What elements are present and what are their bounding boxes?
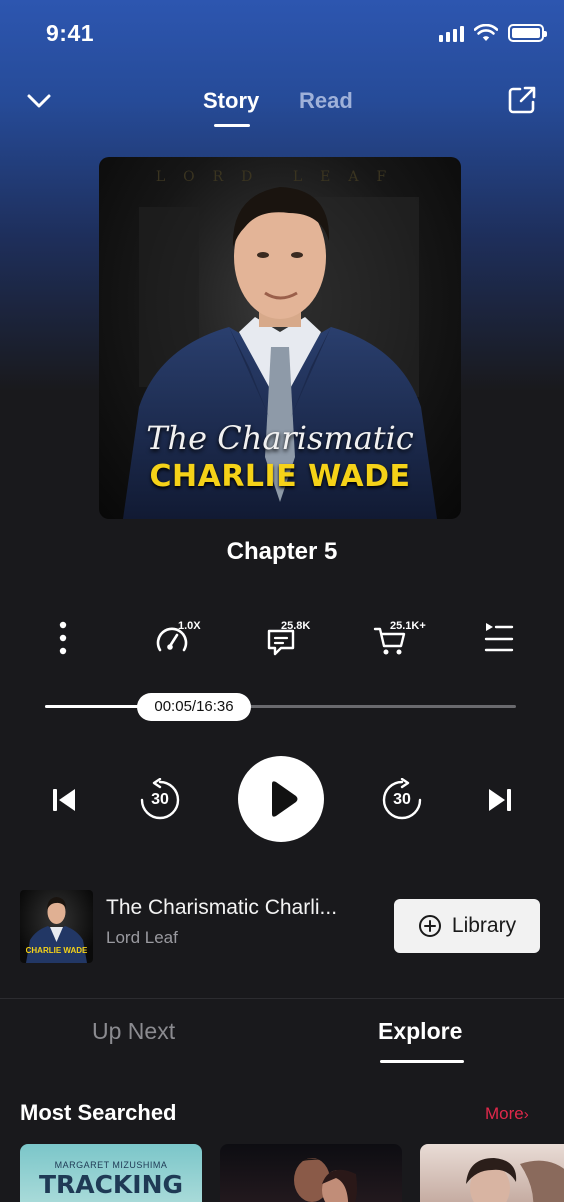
status-icons (439, 24, 547, 42)
battery-icon (508, 24, 547, 42)
player-controls: 30 30 (0, 756, 564, 844)
tab-up-next[interactable]: Up Next (92, 1018, 175, 1045)
playback-speed-button[interactable]: 1.0X (152, 614, 212, 662)
cover-title-script: The Charismatic (146, 419, 414, 457)
status-time: 9:41 (46, 20, 95, 46)
more-link-label: More (485, 1104, 524, 1123)
rewind-seconds: 30 (151, 791, 169, 808)
progress-time-pill[interactable]: 00:05/16:36 (137, 693, 251, 721)
previous-track-icon[interactable] (50, 786, 78, 814)
next-track-icon[interactable] (486, 786, 514, 814)
card-cover-image (290, 1158, 357, 1202)
library-button-label: Library (451, 914, 517, 937)
section-divider (0, 998, 564, 999)
lower-active-tab-indicator (380, 1060, 464, 1063)
section-title: Most Searched (20, 1100, 177, 1125)
collapse-chevron-icon[interactable] (24, 86, 54, 116)
status-bar: 9:41 (0, 0, 564, 70)
audio-options-row: 1.0X 25.8K 25.1K+ (0, 614, 564, 664)
current-book-row[interactable]: CHARLIE WADE The Charismatic Charli... L… (0, 890, 564, 964)
chevron-right-icon: › (523, 1106, 529, 1123)
cellular-signal-icon (439, 24, 464, 42)
book-cover: LORD LEAF The Charismatic CHARLIE WADE (99, 157, 461, 519)
cover-title-main: CHARLIE WADE (149, 459, 411, 494)
book-card[interactable] (220, 1144, 402, 1202)
play-icon (272, 781, 298, 817)
playlist-icon[interactable] (484, 614, 514, 662)
tab-story[interactable]: Story (203, 88, 259, 114)
thumbnail-title: CHARLIE WADE (25, 946, 88, 955)
tab-read[interactable]: Read (299, 88, 353, 114)
play-button[interactable] (238, 756, 324, 842)
speed-label: 1.0X (178, 620, 201, 632)
cart-count: 25.1K+ (390, 620, 426, 632)
card-title: TRACKING GAME (38, 1170, 184, 1202)
book-author: Lord Leaf (106, 928, 178, 947)
book-card[interactable] (420, 1144, 564, 1202)
card-cover-image (466, 1158, 564, 1202)
book-card[interactable]: MARGARET MIZUSHIMA TRACKING GAME (20, 1144, 202, 1202)
share-icon[interactable] (506, 84, 538, 116)
progress-track[interactable] (45, 705, 516, 708)
book-title: The Charismatic Charli... (106, 896, 338, 919)
rewind-30-button[interactable]: 30 (138, 778, 182, 822)
top-navigation: Story Read (0, 76, 564, 132)
progress-fill (45, 705, 141, 708)
plus-circle-icon (418, 915, 441, 937)
card-author: MARGARET MIZUSHIMA (54, 1160, 168, 1170)
comments-button[interactable]: 25.8K (264, 614, 334, 662)
cart-button[interactable]: 25.1K+ (372, 614, 442, 662)
comments-count: 25.8K (281, 620, 311, 632)
more-options-icon[interactable] (53, 614, 73, 662)
forward-seconds: 30 (393, 791, 411, 808)
active-tab-indicator (214, 124, 250, 127)
wifi-icon (474, 24, 498, 41)
book-thumbnail: CHARLIE WADE (20, 890, 93, 963)
more-link[interactable]: More› (485, 1104, 529, 1124)
add-to-library-button[interactable]: Library (394, 899, 540, 953)
chapter-title: Chapter 5 (226, 538, 338, 565)
forward-30-button[interactable]: 30 (380, 778, 424, 822)
lower-tab-bar: Up Next Explore (0, 1012, 564, 1068)
tab-explore[interactable]: Explore (378, 1018, 462, 1045)
